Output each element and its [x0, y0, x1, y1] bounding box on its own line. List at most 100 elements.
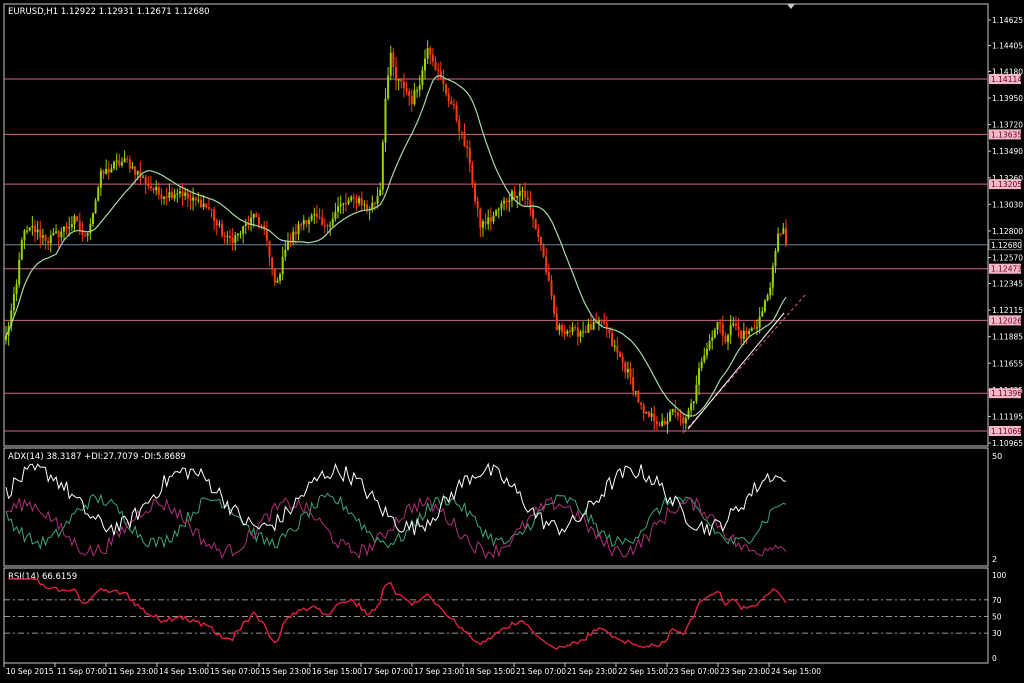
candle-body	[178, 191, 181, 194]
candle-body	[534, 218, 537, 230]
candle-body	[136, 171, 139, 175]
candle-body	[149, 185, 152, 189]
candle-body	[550, 280, 553, 296]
candle-body	[271, 257, 274, 270]
candle-body	[321, 217, 324, 225]
candle-body	[200, 199, 202, 208]
price-tick-label: 1.13490	[992, 147, 1023, 156]
candle-body	[334, 211, 337, 219]
candle-body	[326, 224, 329, 227]
candle-body	[592, 321, 595, 330]
candle-body	[500, 203, 503, 209]
candle-body	[78, 221, 81, 231]
candle-body	[750, 328, 753, 332]
candle-body	[468, 148, 471, 165]
candle-body	[671, 409, 674, 412]
candle-body	[160, 194, 163, 199]
candle-body	[379, 189, 382, 196]
candle-body	[350, 196, 353, 201]
candle-body	[197, 199, 200, 201]
candle-body	[142, 176, 145, 178]
candle-body	[20, 240, 23, 260]
candle-body	[687, 410, 690, 419]
candle-body	[26, 230, 29, 232]
candle-body	[302, 220, 305, 225]
time-tick-label: 23 Sep 07:00	[669, 667, 719, 676]
candle-body	[521, 190, 524, 192]
candle-body	[70, 224, 73, 228]
candle-body	[553, 295, 556, 314]
candle-body	[455, 105, 458, 121]
symbol-ohlc-label: EURUSD,H1 1.12922 1.12931 1.12671 1.1268…	[8, 7, 210, 17]
candle-body	[55, 231, 58, 233]
candle-body	[590, 324, 592, 330]
candle-body	[173, 194, 176, 199]
candle-body	[674, 409, 677, 413]
candle-body	[418, 85, 421, 91]
trading-chart[interactable]: EURUSD,H1 1.12922 1.12931 1.12671 1.1268…	[0, 0, 1024, 679]
candle-body	[118, 160, 121, 166]
candle-body	[782, 228, 785, 234]
candle-body	[524, 190, 527, 198]
candle-body	[492, 215, 495, 222]
time-tick-label: 11 Sep 07:00	[57, 667, 107, 676]
price-tick-label: 1.11885	[992, 333, 1023, 342]
candle-body	[566, 331, 569, 334]
candle-body	[563, 331, 566, 334]
candle-body	[294, 231, 297, 235]
time-tick-label: 22 Sep 15:00	[618, 667, 668, 676]
candle-body	[47, 241, 50, 244]
candle-body	[463, 132, 466, 147]
candle-body	[31, 226, 34, 228]
time-tick-label: 17 Sep 07:00	[363, 667, 413, 676]
candle-body	[57, 231, 60, 238]
candle-body	[658, 424, 661, 426]
rsi-tick-label: 30	[992, 629, 1002, 638]
candle-body	[579, 331, 582, 337]
candle-body	[616, 345, 619, 353]
candle-body	[18, 259, 21, 285]
rsi-tick-label: 0	[992, 654, 997, 663]
price-tick-label: 1.11655	[992, 359, 1023, 368]
candle-body	[513, 191, 516, 198]
candle-body	[663, 420, 666, 425]
candle-body	[360, 197, 363, 206]
candle-body	[771, 266, 774, 288]
candle-body	[416, 90, 419, 92]
candle-body	[732, 323, 735, 326]
price-tick-label: 1.12570	[992, 254, 1023, 263]
candle-body	[777, 233, 780, 251]
candle-body	[640, 402, 643, 405]
candle-body	[33, 226, 36, 233]
candle-body	[252, 213, 255, 218]
level-tag-3: 1.12473	[991, 265, 1022, 274]
candle-body	[471, 164, 474, 185]
candle-body	[653, 413, 656, 422]
candle-body	[568, 331, 571, 333]
candle-body	[65, 226, 68, 229]
candle-body	[410, 95, 413, 105]
candle-body	[171, 192, 174, 199]
candle-body	[226, 235, 229, 237]
time-tick-label: 16 Sep 15:00	[312, 667, 362, 676]
candle-body	[163, 196, 166, 199]
adx-label: ADX(14) 38.3187 +DI:27.7079 -DI:5.8689	[8, 452, 186, 462]
candle-body	[318, 216, 321, 218]
candle-body	[526, 197, 529, 200]
candle-body	[447, 93, 450, 101]
candle-body	[297, 224, 300, 235]
candle-body	[474, 184, 477, 202]
candle-body	[147, 184, 150, 186]
candle-body	[62, 226, 65, 232]
price-tick-label: 1.11195	[992, 412, 1023, 421]
candle-body	[779, 233, 782, 235]
candle-body	[481, 221, 484, 228]
candle-body	[497, 208, 500, 211]
candle-body	[344, 203, 347, 205]
candle-body	[337, 206, 340, 212]
candle-body	[716, 322, 719, 330]
candle-body	[123, 158, 126, 163]
candle-body	[587, 324, 590, 333]
candle-body	[611, 333, 614, 347]
time-tick-label: 15 Sep 23:00	[261, 667, 311, 676]
